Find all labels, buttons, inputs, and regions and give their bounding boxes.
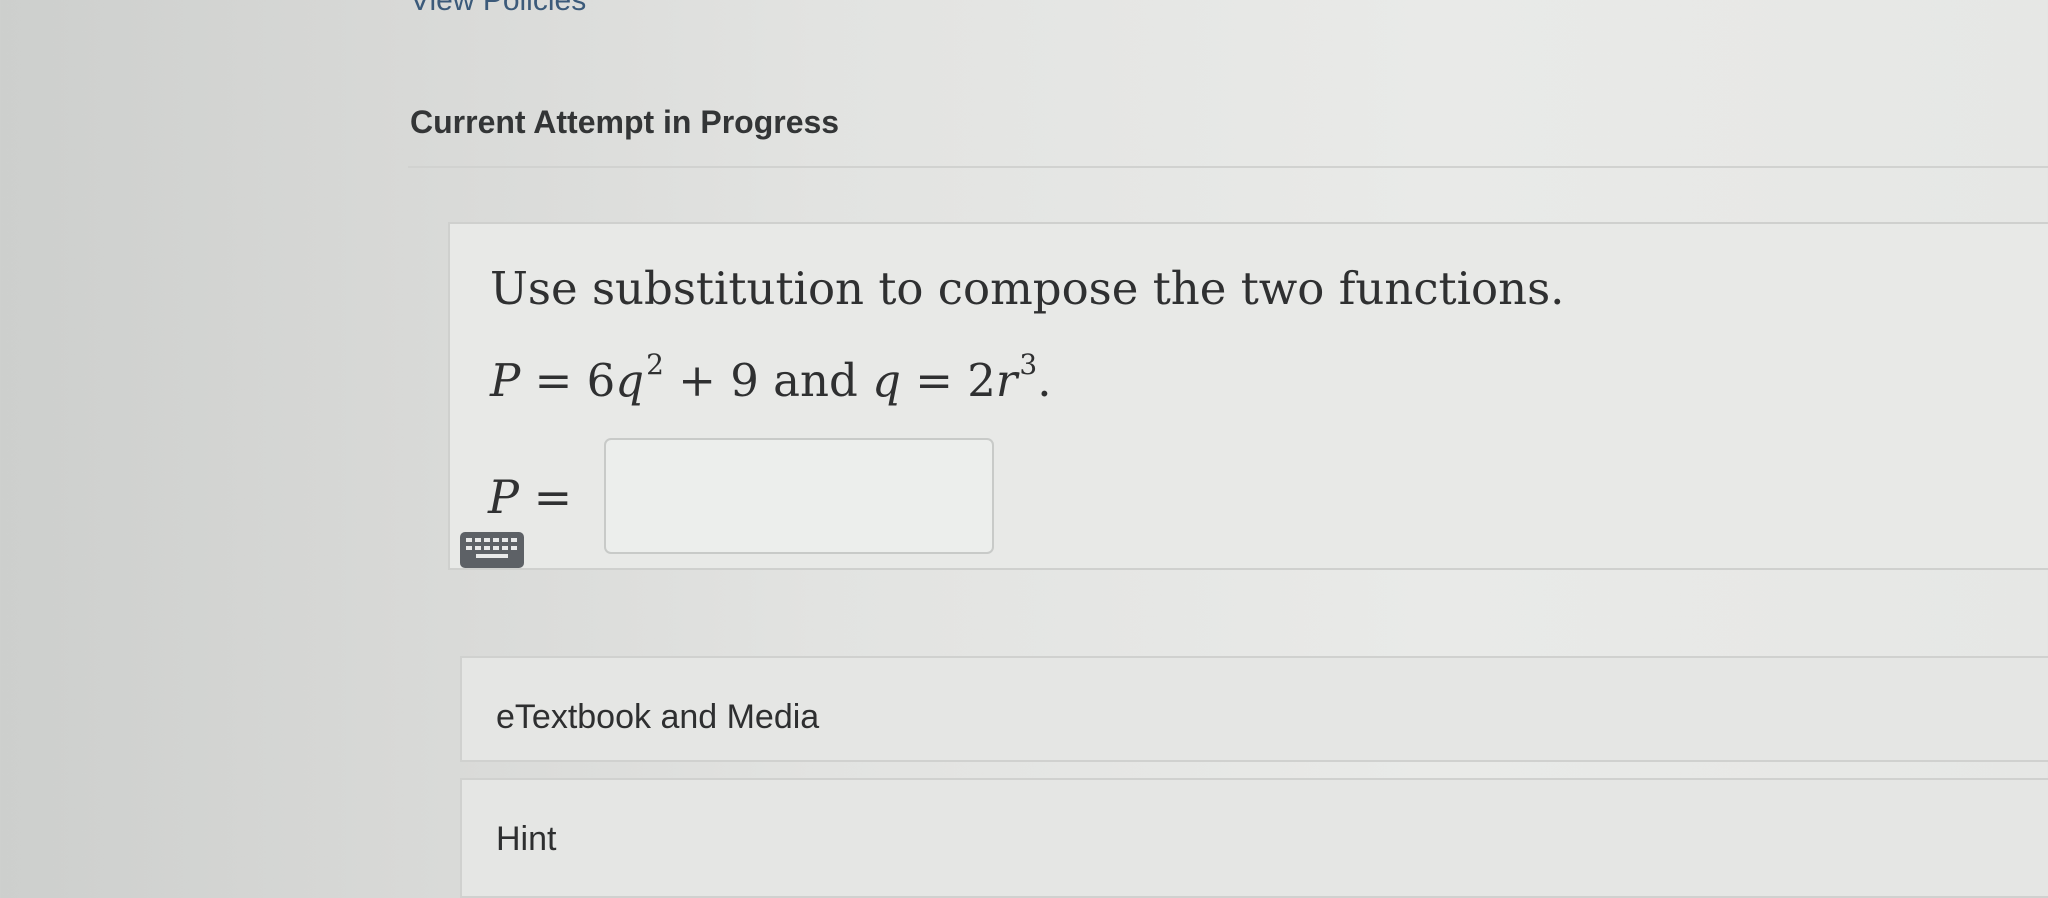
eq1-var: P — [490, 354, 521, 407]
answer-lhs: P = — [488, 470, 572, 524]
view-policies-link[interactable]: View Policies — [410, 0, 586, 18]
keyboard-icon[interactable] — [460, 532, 524, 568]
eq1-rest: + 9 — [678, 354, 759, 407]
eq1-exp: 2 — [646, 348, 664, 381]
eq2-coef: 2 — [967, 354, 996, 407]
etextbook-media-label: eTextbook and Media — [496, 698, 820, 736]
question-equations: P = 6q2 + 9 and q = 2r3. — [490, 348, 1052, 407]
answer-lhs-var: P — [488, 470, 519, 524]
eq2-var: q — [872, 354, 901, 407]
etextbook-media-button[interactable]: eTextbook and Media — [460, 656, 2048, 762]
hint-button[interactable]: Hint — [460, 778, 2048, 898]
eq1-base: q — [615, 354, 645, 407]
question-instruction: Use substitution to compose the two func… — [490, 262, 1565, 315]
eq2-exp: 3 — [1019, 348, 1038, 381]
answer-lhs-equals: = — [533, 470, 573, 524]
eq1-coef: 6 — [586, 354, 616, 407]
conjunction: and — [773, 354, 858, 407]
eq2-base: r — [995, 354, 1018, 407]
eq2-equals: = — [915, 354, 953, 407]
hint-label: Hint — [496, 820, 557, 858]
eq1-equals: = — [534, 354, 573, 407]
divider — [408, 166, 2048, 168]
answer-input[interactable] — [604, 438, 994, 554]
eq2-end: . — [1037, 354, 1052, 407]
attempt-heading: Current Attempt in Progress — [410, 104, 840, 140]
